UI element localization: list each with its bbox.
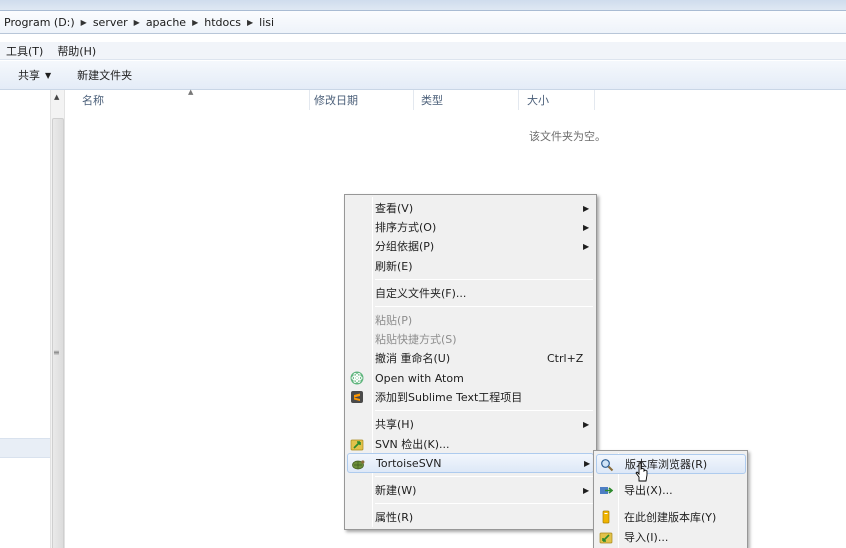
create-repository-icon xyxy=(602,510,610,524)
column-header-size[interactable]: 大小 xyxy=(519,90,595,110)
menu-separator xyxy=(375,476,593,477)
submenu-arrow-icon: ▶ xyxy=(583,203,590,213)
menu-separator xyxy=(375,306,593,307)
menu-item-label: 刷新(E) xyxy=(375,260,413,273)
breadcrumb: Program (D:) ▶ server ▶ apache ▶ htdocs … xyxy=(4,16,274,29)
column-header-type[interactable]: 类型 xyxy=(413,90,519,110)
menu-item-group-by[interactable]: 分组依据(P) ▶ xyxy=(347,236,594,256)
column-date-label: 修改日期 xyxy=(314,94,358,107)
menu-item-share[interactable]: 共享(H) ▶ xyxy=(347,414,594,434)
menu-item-label: 排序方式(O) xyxy=(375,221,437,234)
scrollbar-thumb[interactable] xyxy=(52,118,64,548)
menu-item-label: Open with Atom xyxy=(375,371,464,385)
column-name-label: 名称 xyxy=(82,94,104,107)
menu-separator xyxy=(375,410,593,411)
chevron-right-icon[interactable]: ▶ xyxy=(81,18,87,27)
submenu-item-label: 导出(X)... xyxy=(624,484,673,497)
menu-item-label: TortoiseSVN xyxy=(376,456,442,470)
submenu-arrow-icon: ▶ xyxy=(583,241,590,251)
menu-item-label: 粘贴快捷方式(S) xyxy=(375,333,457,346)
nav-scrollbar[interactable]: ▲ ≡ xyxy=(50,90,65,548)
menu-item-label: SVN 检出(K)... xyxy=(375,438,450,451)
menu-item-label: 共享(H) xyxy=(375,418,414,431)
column-header-date[interactable]: 修改日期 xyxy=(306,90,414,110)
submenu-arrow-icon: ▶ xyxy=(583,419,590,429)
submenu-item-create-repo[interactable]: 在此创建版本库(Y) xyxy=(596,507,746,527)
caret-down-icon: ▼ xyxy=(45,70,52,80)
menu-item-view[interactable]: 查看(V) ▶ xyxy=(347,198,594,218)
chevron-right-icon[interactable]: ▶ xyxy=(192,18,198,27)
breadcrumb-item-htdocs[interactable]: htdocs xyxy=(204,16,241,29)
atom-icon xyxy=(350,371,364,385)
new-folder-button[interactable]: 新建文件夹 xyxy=(77,67,132,83)
menu-item-undo-rename[interactable]: 撤消 重命名(U) Ctrl+Z xyxy=(347,348,594,368)
share-button-label: 共享 xyxy=(18,69,40,82)
tortoisesvn-submenu: 版本库浏览器(R) 导出(X)... 在此创建版本库(Y) 导入(I)... xyxy=(593,450,748,548)
submenu-item-import[interactable]: 导入(I)... xyxy=(596,527,746,547)
menu-item-add-to-sublime[interactable]: 添加到Sublime Text工程项目 xyxy=(347,387,594,407)
navigation-pane[interactable] xyxy=(0,90,50,548)
export-icon xyxy=(600,487,613,494)
sort-ascending-icon: ▲ xyxy=(188,88,194,96)
menu-item-new[interactable]: 新建(W) ▶ xyxy=(347,480,594,500)
submenu-item-export[interactable]: 导出(X)... xyxy=(596,480,746,500)
repo-browser-icon xyxy=(601,459,614,472)
submenu-arrow-icon: ▶ xyxy=(583,485,590,495)
chevron-right-icon[interactable]: ▶ xyxy=(247,18,253,27)
breadcrumb-item-server[interactable]: server xyxy=(93,16,128,29)
chevron-right-icon[interactable]: ▶ xyxy=(134,18,140,27)
menu-item-label: 自定义文件夹(F)... xyxy=(375,287,467,300)
scroll-grip-icon: ≡ xyxy=(53,348,60,357)
column-type-label: 类型 xyxy=(421,94,443,107)
menu-item-label: 粘贴(P) xyxy=(375,314,413,327)
mouse-pointer-icon xyxy=(635,462,648,482)
shortcut-label: Ctrl+Z xyxy=(547,351,584,365)
sublime-text-icon xyxy=(351,391,363,403)
menu-item-paste-shortcut[interactable]: 粘贴快捷方式(S) xyxy=(347,329,594,349)
menu-separator xyxy=(375,503,593,504)
import-icon xyxy=(599,532,613,544)
submenu-item-label: 导入(I)... xyxy=(624,531,669,544)
menu-item-refresh[interactable]: 刷新(E) xyxy=(347,256,594,276)
new-folder-label: 新建文件夹 xyxy=(77,69,133,82)
submenu-item-repo-browser[interactable]: 版本库浏览器(R) xyxy=(596,454,746,474)
window-top-edge xyxy=(0,0,846,10)
menu-item-label: 新建(W) xyxy=(375,484,417,497)
breadcrumb-item-drive[interactable]: Program (D:) xyxy=(4,16,75,29)
address-bar[interactable]: Program (D:) ▶ server ▶ apache ▶ htdocs … xyxy=(0,10,846,34)
menu-help[interactable]: 帮助(H) xyxy=(57,43,96,59)
menu-item-label: 分组依据(P) xyxy=(375,240,435,253)
menu-item-paste[interactable]: 粘贴(P) xyxy=(347,310,594,330)
column-size-label: 大小 xyxy=(527,94,549,107)
menu-item-label: 属性(R) xyxy=(375,511,414,524)
menu-item-open-with-atom[interactable]: Open with Atom xyxy=(347,368,594,388)
share-button[interactable]: 共享 ▼ xyxy=(18,67,51,83)
menu-tools[interactable]: 工具(T) xyxy=(6,43,43,59)
menu-separator xyxy=(375,279,593,280)
svn-checkout-icon xyxy=(350,439,364,451)
nav-selected-item[interactable] xyxy=(0,438,50,458)
breadcrumb-item-lisi[interactable]: lisi xyxy=(259,16,274,29)
submenu-arrow-icon: ▶ xyxy=(583,222,590,232)
menu-item-label: 撤消 重命名(U) xyxy=(375,352,451,365)
menu-item-label: 查看(V) xyxy=(375,202,414,215)
menu-item-label: 添加到Sublime Text工程项目 xyxy=(375,391,523,404)
scroll-up-arrow-icon[interactable]: ▲ xyxy=(54,93,59,101)
menu-item-tortoisesvn[interactable]: TortoiseSVN ▶ xyxy=(347,453,594,473)
menu-item-customize-folder[interactable]: 自定义文件夹(F)... xyxy=(347,283,594,303)
menu-bar: 工具(T) 帮助(H) xyxy=(0,42,846,60)
menu-item-properties[interactable]: 属性(R) xyxy=(347,507,594,527)
menu-item-sort-by[interactable]: 排序方式(O) ▶ xyxy=(347,217,594,237)
empty-folder-message: 该文件夹为空。 xyxy=(529,130,606,143)
submenu-item-label: 在此创建版本库(Y) xyxy=(624,511,717,524)
command-bar: 共享 ▼ 新建文件夹 xyxy=(0,61,846,90)
tortoisesvn-icon xyxy=(352,460,365,470)
submenu-arrow-icon: ▶ xyxy=(584,458,591,468)
context-menu: 查看(V) ▶ 排序方式(O) ▶ 分组依据(P) ▶ 刷新(E) 自定义文件夹… xyxy=(344,194,597,530)
breadcrumb-item-apache[interactable]: apache xyxy=(146,16,186,29)
menu-item-svn-checkout[interactable]: SVN 检出(K)... xyxy=(347,434,594,454)
